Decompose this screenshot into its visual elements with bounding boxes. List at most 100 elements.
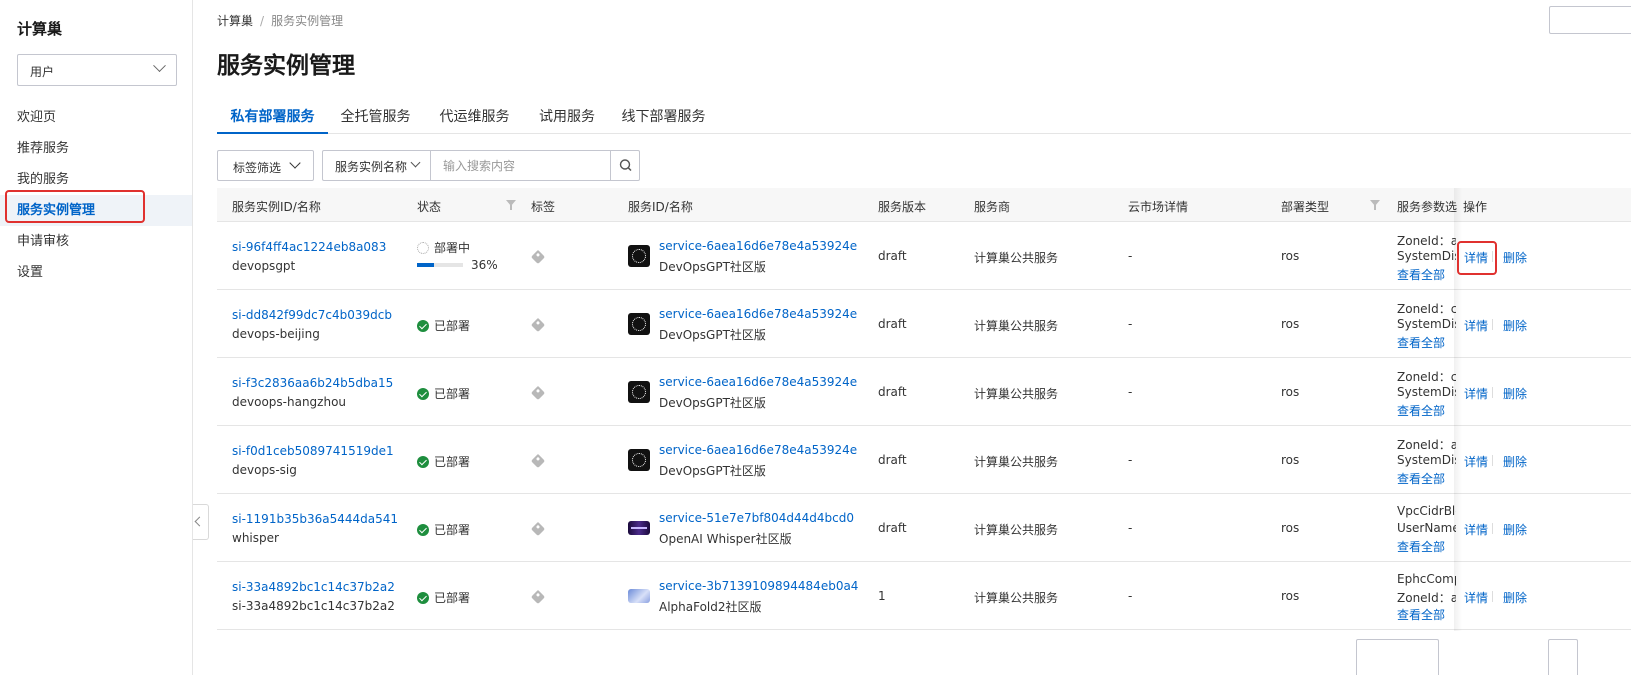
tag-icon[interactable]	[530, 521, 546, 537]
detail-link[interactable]: 详情	[1464, 521, 1488, 538]
check-circle-icon	[417, 388, 429, 400]
loading-icon	[417, 242, 429, 254]
breadcrumb-current: 服务实例管理	[271, 14, 344, 28]
sidebar-item-settings[interactable]: 设置	[0, 257, 192, 288]
view-all-link[interactable]: 查看全部	[1397, 470, 1445, 487]
view-all-link[interactable]: 查看全部	[1397, 402, 1445, 419]
tab-trial[interactable]: 试用服务	[526, 98, 608, 134]
tag-icon[interactable]	[530, 249, 546, 265]
delete-link[interactable]: 删除	[1503, 521, 1527, 538]
tag-icon[interactable]	[530, 317, 546, 333]
detail-link[interactable]: 详情	[1464, 589, 1488, 606]
service-id-link[interactable]: service-6aea16d6e78e4a53924e	[659, 443, 857, 457]
tab-offline-deploy[interactable]: 线下部署服务	[608, 98, 719, 134]
status-text: 已部署	[417, 521, 470, 538]
breadcrumb-root[interactable]: 计算巢	[217, 14, 253, 28]
service-id-link[interactable]: service-6aea16d6e78e4a53924e	[659, 239, 857, 253]
role-select-value: 用户	[30, 65, 55, 79]
service-id-link[interactable]: service-51e7e7bf804d44d4bcd0	[659, 511, 854, 525]
column-header-instance: 服务实例ID/名称	[232, 200, 321, 214]
status-text: 已部署	[417, 317, 470, 334]
sidebar-item-welcome[interactable]: 欢迎页	[0, 102, 192, 133]
tab-fully-managed[interactable]: 全托管服务	[328, 98, 423, 134]
search-input[interactable]	[432, 151, 610, 180]
action-divider	[1492, 319, 1493, 330]
delete-link[interactable]: 删除	[1503, 453, 1527, 470]
sidebar-collapse-button[interactable]	[193, 504, 209, 540]
column-header-tags: 标签	[531, 200, 556, 214]
instance-id-link[interactable]: si-f3c2836aa6b24b5dba15	[232, 376, 393, 390]
deploy-type: ros	[1281, 385, 1300, 399]
instance-id-link[interactable]: si-33a4892bc1c14c37b2a2	[232, 580, 395, 594]
market-detail: -	[1128, 453, 1133, 467]
service-name: DevOpsGPT社区版	[659, 260, 766, 274]
service-version: draft	[878, 317, 907, 331]
service-logo	[628, 313, 650, 335]
instance-name: devops-sig	[232, 463, 297, 477]
service-provider: 计算巢公共服务	[974, 251, 1059, 265]
highlight-box	[5, 190, 145, 223]
pagination-button[interactable]	[1548, 639, 1578, 675]
tag-icon[interactable]	[530, 385, 546, 401]
param-line-2: SystemDisk	[1397, 385, 1457, 399]
check-circle-icon	[417, 524, 429, 536]
tag-icon[interactable]	[530, 453, 546, 469]
delete-link[interactable]: 删除	[1503, 589, 1527, 606]
service-id-link[interactable]: service-6aea16d6e78e4a53924e	[659, 307, 857, 321]
top-right-button[interactable]	[1549, 6, 1631, 34]
tab-bar: 私有部署服务 全托管服务 代运维服务 试用服务 线下部署服务	[217, 98, 1631, 134]
instance-id-link[interactable]: si-1191b35b36a5444da541	[232, 512, 398, 526]
table-row: si-f0d1ceb5089741519de1 devops-sig 已部署 serv…	[217, 426, 1631, 494]
chevron-down-icon	[153, 59, 166, 73]
service-id-link[interactable]: service-6aea16d6e78e4a53924e	[659, 375, 857, 389]
status-text: 已部署	[417, 589, 470, 606]
tag-icon[interactable]	[530, 589, 546, 605]
instance-name: devoops-hangzhou	[232, 395, 347, 409]
page-size-select[interactable]	[1356, 639, 1439, 675]
search-field-select[interactable]: 服务实例名称	[323, 151, 431, 180]
search-group: 服务实例名称	[322, 150, 640, 181]
sidebar: 计算巢 用户 欢迎页 推荐服务 我的服务 服务实例管理 申请审核 设置	[0, 0, 193, 675]
service-provider: 计算巢公共服务	[974, 591, 1059, 605]
tag-filter-dropdown[interactable]: 标签筛选	[217, 150, 314, 181]
brand-title: 计算巢	[17, 20, 63, 38]
tab-managed-ops[interactable]: 代运维服务	[423, 98, 526, 134]
sidebar-item-recommended[interactable]: 推荐服务	[0, 133, 192, 164]
tab-private-deploy[interactable]: 私有部署服务	[217, 98, 328, 134]
delete-link[interactable]: 删除	[1503, 249, 1527, 266]
highlight-box	[1457, 241, 1497, 275]
view-all-link[interactable]: 查看全部	[1397, 538, 1445, 555]
delete-link[interactable]: 删除	[1503, 317, 1527, 334]
action-divider	[1492, 455, 1493, 466]
filter-icon[interactable]	[506, 200, 516, 210]
view-all-link[interactable]: 查看全部	[1397, 334, 1445, 351]
instance-id-link[interactable]: si-f0d1ceb5089741519de1	[232, 444, 394, 458]
role-select[interactable]: 用户	[17, 54, 177, 86]
service-id-link[interactable]: service-3b7139109894484eb0a4	[659, 579, 858, 593]
delete-link[interactable]: 删除	[1503, 385, 1527, 402]
status-label: 已部署	[434, 387, 471, 401]
instance-id-link[interactable]: si-96f4ff4ac1224eb8a083	[232, 240, 386, 254]
sidebar-item-review[interactable]: 申请审核	[0, 226, 192, 257]
param-line-2: UserName	[1397, 521, 1457, 535]
param-line-1: ZoneId：cr	[1397, 302, 1457, 316]
action-divider	[1492, 523, 1493, 534]
search-button[interactable]	[610, 151, 640, 180]
instance-id-link[interactable]: si-dd842f99dc7c4b039dcb	[232, 308, 392, 322]
service-provider: 计算巢公共服务	[974, 455, 1059, 469]
param-line-2: SystemDisk	[1397, 249, 1457, 263]
view-all-link[interactable]: 查看全部	[1397, 266, 1445, 283]
detail-link[interactable]: 详情	[1464, 453, 1488, 470]
service-logo	[628, 245, 650, 267]
column-header-market: 云市场详情	[1128, 200, 1189, 214]
filter-icon[interactable]	[1370, 200, 1380, 210]
deploy-type: ros	[1281, 317, 1300, 331]
actions-cell: 详情 删除	[1456, 426, 1631, 493]
view-all-link[interactable]: 查看全部	[1397, 606, 1445, 623]
service-logo	[628, 521, 650, 535]
service-logo	[628, 381, 650, 403]
chevron-left-icon	[194, 516, 205, 527]
column-header-provider: 服务商	[974, 200, 1011, 214]
detail-link[interactable]: 详情	[1464, 317, 1488, 334]
detail-link[interactable]: 详情	[1464, 385, 1488, 402]
